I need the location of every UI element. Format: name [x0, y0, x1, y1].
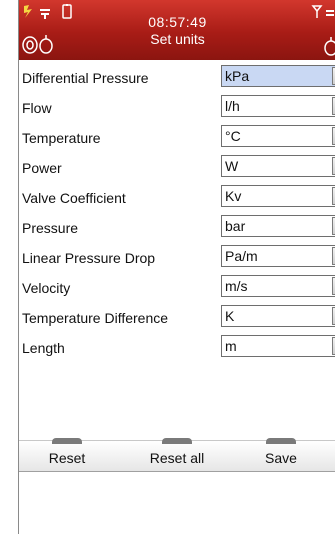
unit-row: Differential Pressure kPa	[19, 62, 335, 92]
unit-row: Power W	[19, 152, 335, 182]
unit-label: Valve Coefficient	[22, 190, 126, 206]
unit-select[interactable]: °C	[221, 125, 335, 147]
unit-select[interactable]: Kv	[221, 185, 335, 207]
softkey-tab	[266, 438, 296, 444]
unit-row: Temperature °C	[19, 122, 335, 152]
device-screen: 08:57:49 Set units Differential Pressure…	[18, 0, 335, 534]
page-title: Set units	[150, 31, 205, 47]
unit-select-value: m	[225, 338, 237, 354]
unit-select[interactable]: kPa	[221, 65, 335, 87]
reset-all-button[interactable]: Reset all	[137, 438, 217, 471]
unit-select[interactable]: l/h	[221, 95, 335, 117]
unit-row: Flow l/h	[19, 92, 335, 122]
unit-row: Pressure bar	[19, 212, 335, 242]
unit-select-value: Pa/m	[225, 248, 258, 264]
unit-row: Valve Coefficient Kv	[19, 182, 335, 212]
reset-button-label: Reset	[48, 450, 86, 466]
unit-row: Temperature Difference K	[19, 302, 335, 332]
unit-select[interactable]: bar	[221, 215, 335, 237]
unit-select-value: W	[225, 158, 239, 174]
unit-label: Differential Pressure	[22, 70, 149, 86]
unit-select[interactable]: W	[221, 155, 335, 177]
unit-select-value: l/h	[225, 98, 240, 114]
header-bar: 08:57:49 Set units	[19, 0, 335, 60]
unit-select-value: Kv	[225, 188, 242, 204]
unit-label: Length	[22, 340, 65, 356]
unit-select-value: K	[225, 308, 235, 324]
unit-label: Temperature Difference	[22, 310, 169, 326]
softkey-tab	[52, 438, 82, 444]
unit-select[interactable]: m	[221, 335, 335, 357]
softkey-tab	[162, 438, 192, 444]
unit-label: Velocity	[22, 280, 71, 296]
unit-select[interactable]: Pa/m	[221, 245, 335, 267]
unit-row: Length m	[19, 332, 335, 362]
unit-row: Velocity m/s	[19, 272, 335, 302]
unit-select[interactable]: m/s	[221, 275, 335, 297]
unit-row: Linear Pressure Drop Pa/m	[19, 242, 335, 272]
clock-time: 08:57:49	[148, 14, 207, 30]
save-button-label: Save	[265, 450, 297, 466]
reset-all-button-label: Reset all	[149, 450, 205, 466]
unit-label: Temperature	[22, 130, 101, 146]
unit-label: Pressure	[22, 220, 79, 236]
unit-select-value: bar	[225, 218, 246, 234]
save-button[interactable]: Save	[241, 438, 321, 471]
softkey-bar: Reset Reset all Save	[19, 438, 335, 472]
unit-label: Power	[22, 160, 62, 176]
units-list: Differential Pressure kPa Flow l/h Temperatu…	[19, 62, 335, 362]
unit-select-value: kPa	[225, 68, 250, 84]
unit-label: Flow	[22, 100, 52, 116]
unit-select-value: m/s	[225, 278, 248, 294]
unit-select[interactable]: K	[221, 305, 335, 327]
unit-label: Linear Pressure Drop	[22, 250, 156, 266]
unit-select-value: °C	[225, 128, 241, 144]
reset-button[interactable]: Reset	[27, 438, 107, 471]
